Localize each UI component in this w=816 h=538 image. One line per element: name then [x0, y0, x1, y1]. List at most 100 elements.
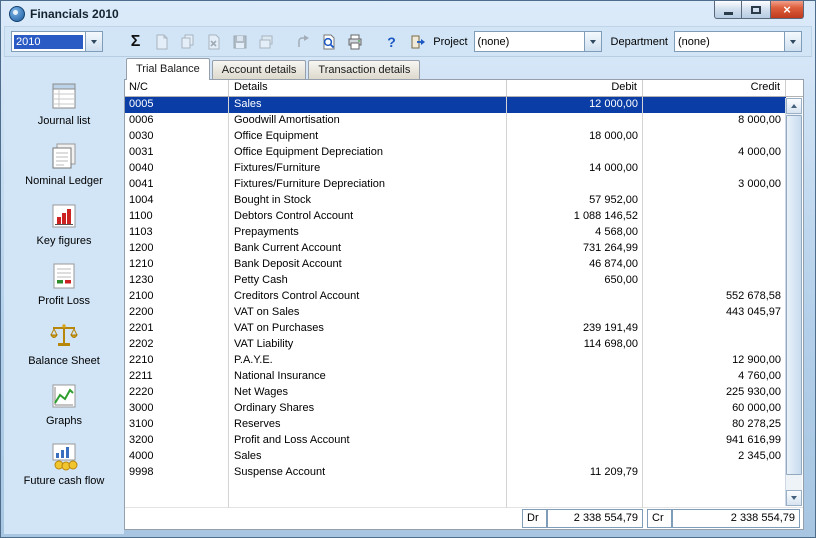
scroll-down-button[interactable] — [786, 490, 802, 506]
cell-debit: 731 264,99 — [582, 242, 638, 254]
column-header-credit[interactable]: Credit — [643, 80, 786, 96]
cell-details: Net Wages — [234, 386, 289, 398]
table-row[interactable]: 1200 Bank Current Account 731 264,99 — [125, 241, 786, 257]
cell-credit: 2 345,00 — [738, 450, 781, 462]
cell-credit — [643, 465, 786, 481]
undo-button[interactable] — [291, 30, 314, 53]
save-button[interactable] — [228, 30, 251, 53]
table-row[interactable]: 0041 Fixtures/Furniture Depreciation 3 000… — [125, 177, 786, 193]
year-dropdown-button[interactable] — [85, 32, 102, 51]
new-document-button[interactable] — [150, 30, 173, 53]
cell-debit: 11 209,79 — [589, 466, 638, 478]
table-row[interactable]: 1004 Bought in Stock 57 952,00 — [125, 193, 786, 209]
scroll-up-button[interactable] — [786, 98, 802, 114]
delete-icon — [208, 34, 219, 49]
delete-button[interactable] — [202, 30, 225, 53]
cell-nc: 0030 — [129, 130, 154, 142]
cell-credit: 225 930,00 — [725, 386, 781, 398]
sidebar-item-key-figures[interactable]: Key figures — [8, 201, 120, 247]
table-row[interactable]: 0030 Office Equipment 18 000,00 — [125, 129, 786, 145]
project-dropdown-button[interactable] — [583, 32, 601, 51]
chevron-down-icon — [589, 39, 596, 44]
print-button[interactable] — [343, 30, 366, 53]
maximize-button[interactable] — [742, 1, 770, 19]
cell-nc: 0006 — [129, 114, 154, 126]
table-row[interactable]: 1103 Prepayments 4 568,00 — [125, 225, 786, 241]
cell-nc: 1100 — [129, 210, 153, 222]
cell-debit: 650,00 — [604, 274, 638, 286]
window-controls: × — [714, 1, 804, 19]
cell-credit: 443 045,97 — [725, 306, 781, 318]
table-row[interactable]: 2200 VAT on Sales 443 045,97 — [125, 305, 786, 321]
scrollbar-thumb[interactable] — [786, 115, 802, 475]
tab-transaction-details[interactable]: Transaction details — [308, 60, 421, 79]
vertical-scrollbar[interactable] — [785, 98, 802, 506]
department-combobox[interactable]: (none) — [674, 31, 802, 52]
table-row[interactable]: 2202 VAT Liability 114 698,00 — [125, 337, 786, 353]
project-combobox[interactable]: (none) — [473, 31, 602, 52]
table-row[interactable]: 1100 Debtors Control Account 1 088 146,52 — [125, 209, 786, 225]
cell-nc: 1210 — [129, 258, 154, 270]
totals-bar: Dr 2 338 554,79 Cr 2 338 554,79 — [125, 507, 803, 529]
close-button[interactable]: × — [770, 1, 804, 19]
table-row[interactable]: 3100 Reserves 80 278,25 — [125, 417, 786, 433]
cell-credit — [643, 97, 786, 113]
sidebar-item-label: Graphs — [45, 415, 83, 427]
cell-nc: 0031 — [129, 146, 154, 158]
table-row[interactable]: 2210 P.A.Y.E. 12 900,00 — [125, 353, 786, 369]
table-row[interactable]: 2220 Net Wages 225 930,00 — [125, 385, 786, 401]
cell-nc: 2201 — [129, 322, 154, 334]
table-row[interactable]: 3200 Profit and Loss Account 941 616,99 — [125, 433, 786, 449]
cell-nc: 1004 — [129, 194, 154, 206]
copy-button[interactable] — [176, 30, 199, 53]
table-row[interactable]: 1230 Petty Cash 650,00 — [125, 273, 786, 289]
minimize-button[interactable] — [714, 1, 742, 19]
column-header-details[interactable]: Details — [229, 80, 507, 96]
nominal-ledger-icon — [49, 141, 79, 171]
cell-credit — [643, 321, 786, 337]
table-row[interactable]: 0006 Goodwill Amortisation 8 000,00 — [125, 113, 786, 129]
tab-trial-balance[interactable]: Trial Balance — [126, 58, 210, 80]
dr-total: 2 338 554,79 — [547, 509, 643, 528]
sidebar-item-future-cash-flow[interactable]: Future cash flow — [8, 441, 120, 487]
sidebar-item-nominal-ledger[interactable]: Nominal Ledger — [8, 141, 120, 187]
table-row[interactable]: 0031 Office Equipment Depreciation 4 000,0… — [125, 145, 786, 161]
future-cash-flow-icon — [49, 441, 79, 471]
main-area: Trial Balance Account details Transactio… — [124, 57, 812, 534]
cell-credit — [643, 241, 786, 257]
year-combobox[interactable]: 2010 — [11, 31, 103, 52]
table-row[interactable]: 3000 Ordinary Shares 60 000,00 — [125, 401, 786, 417]
table-row[interactable]: 4000 Sales 2 345,00 — [125, 449, 786, 465]
column-header-nc[interactable]: N/C — [125, 80, 229, 96]
sum-button[interactable]: Σ — [124, 30, 147, 53]
sidebar-item-journal-list[interactable]: Journal list — [8, 81, 120, 127]
new-document-icon — [156, 34, 167, 49]
cell-debit — [507, 305, 643, 321]
table-row[interactable]: 1210 Bank Deposit Account 46 874,00 — [125, 257, 786, 273]
key-figures-icon — [49, 201, 79, 231]
print-preview-button[interactable] — [317, 30, 340, 53]
sidebar-item-graphs[interactable]: Graphs — [8, 381, 120, 427]
cell-credit: 60 000,00 — [732, 402, 781, 414]
save-icon — [233, 35, 246, 48]
sum-icon: Σ — [130, 32, 141, 50]
sidebar-item-balance-sheet[interactable]: Balance Sheet — [8, 321, 120, 367]
exit-button[interactable] — [406, 30, 429, 53]
table-row[interactable]: 9998 Suspense Account 11 209,79 — [125, 465, 786, 481]
sidebar-item-profit-loss[interactable]: Profit Loss — [8, 261, 120, 307]
help-button[interactable]: ? — [380, 30, 403, 53]
project-value: (none) — [477, 35, 510, 48]
tab-account-details[interactable]: Account details — [211, 60, 307, 79]
cell-credit — [643, 273, 786, 289]
table-row[interactable]: 2100 Creditors Control Account 552 678,58 — [125, 289, 786, 305]
cell-details: Office Equipment Depreciation — [234, 146, 383, 158]
table-row[interactable]: 0040 Fixtures/Furniture 14 000,00 — [125, 161, 786, 177]
table-row[interactable]: 2211 National Insurance 4 760,00 — [125, 369, 786, 385]
layers-button[interactable] — [254, 30, 277, 53]
column-header-debit[interactable]: Debit — [507, 80, 643, 96]
cell-debit — [507, 113, 643, 129]
table-row[interactable]: 2201 VAT on Purchases 239 191,49 — [125, 321, 786, 337]
cell-details: Reserves — [234, 418, 281, 430]
department-dropdown-button[interactable] — [784, 32, 801, 51]
table-row[interactable]: 0005 Sales 12 000,00 — [125, 97, 786, 113]
